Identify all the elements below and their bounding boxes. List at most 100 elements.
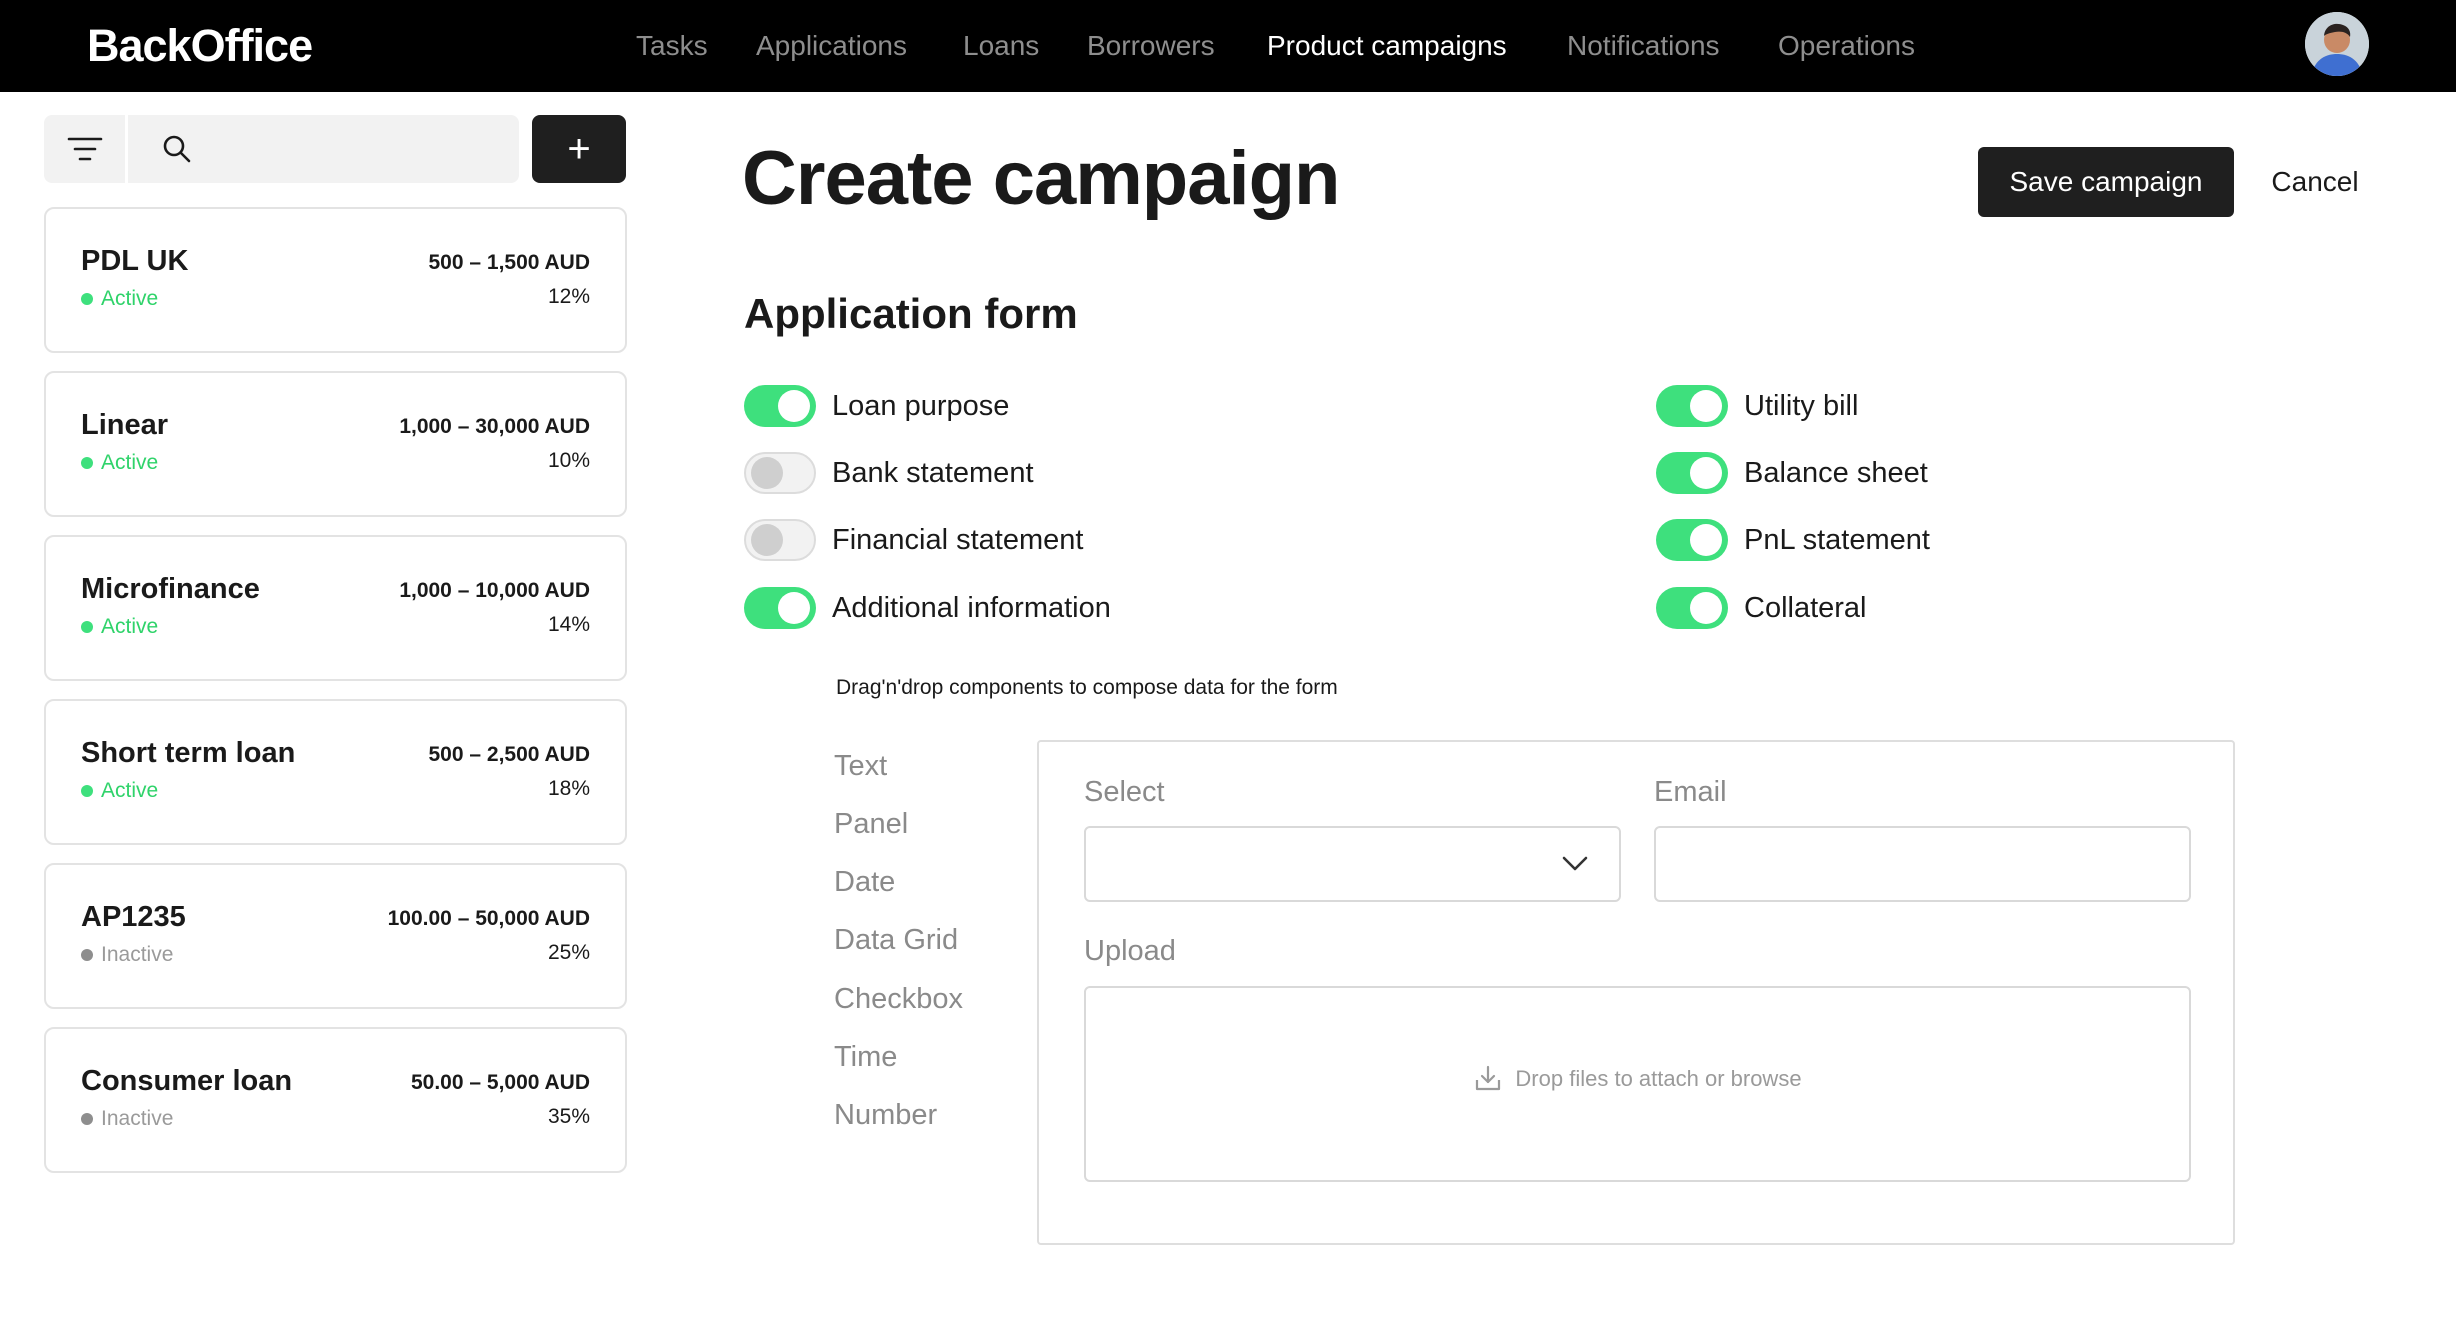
toggle-knob [778,592,810,624]
select-dropdown[interactable] [1084,826,1621,902]
upload-label: Upload [1084,935,1176,967]
toggle-label: Utility bill [1744,389,1859,422]
collateral-toggle[interactable] [1656,587,1728,629]
campaign-name: AP1235 [81,901,186,933]
status-text: Active [101,451,159,474]
filter-button[interactable] [44,115,128,183]
toggle-row-pnl-statement: PnL statement [1656,518,1930,562]
toggle-label: PnL statement [1744,523,1930,556]
section-title: Application form [744,290,1078,337]
nav-product-campaigns[interactable]: Product campaigns [1267,0,1507,92]
campaign-name: Linear [81,409,169,441]
component-text[interactable]: Text [834,750,887,783]
cancel-button[interactable]: Cancel [2260,147,2370,217]
balance-sheet-toggle[interactable] [1656,452,1728,494]
nav-loans[interactable]: Loans [963,0,1039,92]
nav-borrowers[interactable]: Borrowers [1087,0,1215,92]
status-text: Active [101,779,159,802]
status-badge: Active [81,615,158,639]
filter-icon [67,137,102,161]
toggle-knob [1690,592,1722,624]
amount-range: 1,000 – 10,000 AUD [399,579,590,602]
amount-range: 1,000 – 30,000 AUD [399,415,590,438]
select-label: Select [1084,776,1165,808]
component-panel[interactable]: Panel [834,808,908,841]
status-dot-icon [81,1113,93,1125]
amount-range: 500 – 1,500 AUD [428,251,591,274]
interest-rate: 18% [547,777,590,800]
toggle-row-utility-bill: Utility bill [1656,384,1858,428]
toggle-row-collateral: Collateral [1656,586,1867,630]
toggle-knob [778,390,810,422]
interest-rate: 10% [547,449,590,472]
toggle-row-financial-statement: Financial statement [744,518,1083,562]
campaign-name: Microfinance [81,573,260,605]
status-dot-icon [81,949,93,961]
toggle-label: Loan purpose [832,389,1010,422]
status-text: Inactive [101,1107,174,1130]
status-dot-icon [81,293,93,305]
drag-drop-hint: Drag'n'drop components to compose data f… [836,676,1338,699]
nav-notifications[interactable]: Notifications [1567,0,1720,92]
toggle-knob [751,524,783,556]
component-time[interactable]: Time [834,1041,897,1074]
save-campaign-button[interactable]: Save campaign [1978,147,2234,217]
campaign-card-microfinance[interactable]: Microfinance Active 1,000 – 10,000 AUD 1… [44,535,627,681]
sidebar-search [131,115,519,183]
user-avatar[interactable] [2305,12,2369,76]
nav-tasks[interactable]: Tasks [636,0,708,92]
additional-information-toggle[interactable] [744,587,816,629]
amount-range: 50.00 – 5,000 AUD [410,1071,590,1094]
status-text: Active [101,615,159,638]
component-date[interactable]: Date [834,866,895,899]
toggle-label: Balance sheet [1744,456,1928,489]
interest-rate: 25% [547,941,590,964]
chevron-down-icon [1562,856,1588,871]
interest-rate: 12% [547,285,590,308]
campaign-card-ap1235[interactable]: AP1235 Inactive 100.00 – 50,000 AUD 25% [44,863,627,1009]
status-badge: Inactive [81,1107,173,1131]
download-tray-icon [1476,1065,1501,1091]
toggle-label: Collateral [1744,591,1867,624]
status-text: Inactive [101,943,174,966]
financial-statement-toggle[interactable] [744,519,816,561]
interest-rate: 35% [547,1105,590,1128]
campaign-card-linear[interactable]: Linear Active 1,000 – 30,000 AUD 10% [44,371,627,517]
toggle-row-bank-statement: Bank statement [744,451,1034,495]
loan-purpose-toggle[interactable] [744,385,816,427]
email-label: Email [1654,776,1727,808]
campaign-card-consumer-loan[interactable]: Consumer loan Inactive 50.00 – 5,000 AUD… [44,1027,627,1173]
page-title: Create campaign [742,136,1340,221]
nav-applications[interactable]: Applications [756,0,907,92]
component-data-grid[interactable]: Data Grid [834,924,958,957]
toggle-knob [1690,524,1722,556]
component-number[interactable]: Number [834,1099,937,1132]
campaign-card-short-term-loan[interactable]: Short term loan Active 500 – 2,500 AUD 1… [44,699,627,845]
campaign-name: Short term loan [81,737,296,769]
campaign-card-pdl-uk[interactable]: PDL UK Active 500 – 1,500 AUD 12% [44,207,627,353]
status-badge: Active [81,779,158,803]
status-text: Active [101,287,159,310]
form-builder-canvas[interactable]: Select Email Upload Drop files to attach… [1037,740,2235,1245]
toggle-row-balance-sheet: Balance sheet [1656,451,1928,495]
toggle-label: Financial statement [832,523,1084,556]
amount-range: 500 – 2,500 AUD [428,743,591,766]
campaign-name: PDL UK [81,245,189,277]
upload-hint: Drop files to attach or browse [1086,1064,2189,1094]
component-checkbox[interactable]: Checkbox [834,983,963,1016]
app-logo[interactable]: BackOffice [87,20,313,72]
search-input[interactable] [201,115,511,183]
sidebar-toolbar [44,115,519,183]
add-campaign-button[interactable]: + [532,115,626,183]
nav-operations[interactable]: Operations [1778,0,1915,92]
search-icon [163,135,191,163]
pnl-statement-toggle[interactable] [1656,519,1728,561]
upload-dropzone[interactable]: Drop files to attach or browse [1084,986,2191,1182]
avatar-image-icon [2305,12,2369,76]
bank-statement-toggle[interactable] [744,452,816,494]
top-bar: BackOffice Tasks Applications Loans Borr… [0,0,2456,92]
email-field[interactable] [1654,826,2191,902]
utility-bill-toggle[interactable] [1656,385,1728,427]
toggle-label: Bank statement [832,456,1034,489]
toggle-row-loan-purpose: Loan purpose [744,384,1009,428]
